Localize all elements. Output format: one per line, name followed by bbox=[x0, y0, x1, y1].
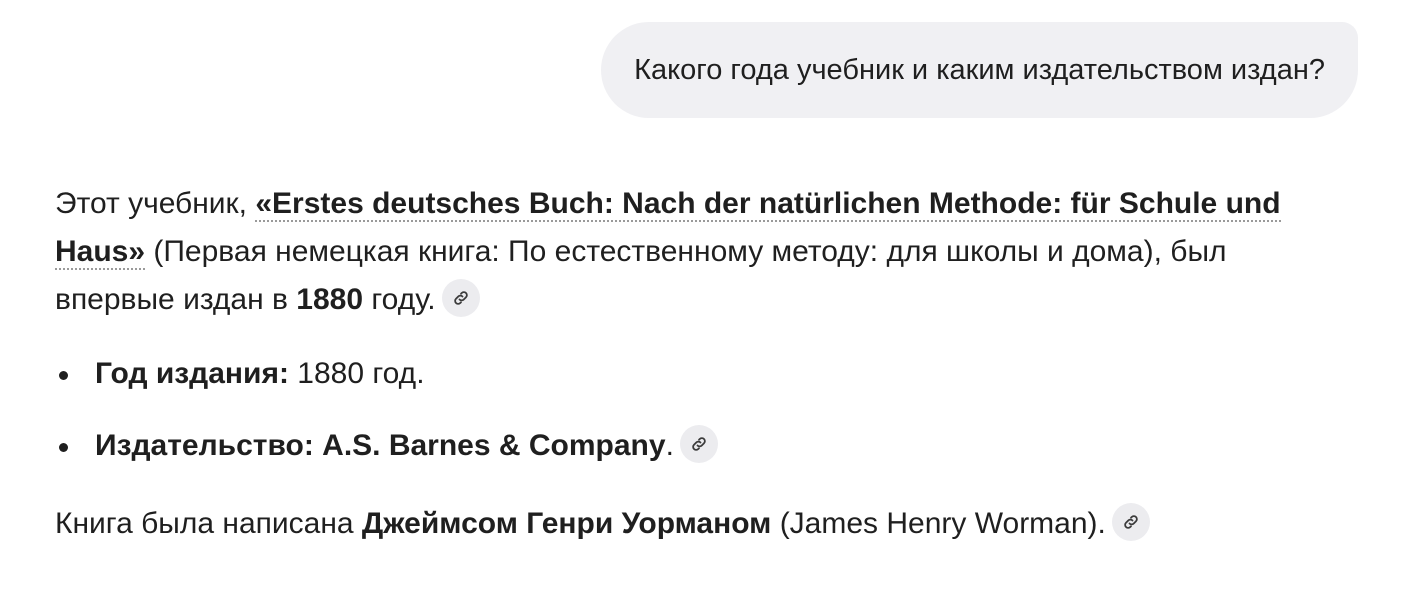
list-item-publisher: Издательство: A.S. Barnes & Company. bbox=[55, 422, 1345, 470]
response-paragraph-intro: Этот учебник, «Erstes deutsches Buch: Na… bbox=[55, 180, 1345, 324]
link-icon bbox=[453, 291, 468, 305]
author-prefix: Книга была написана bbox=[55, 507, 362, 540]
fact-label-year: Год издания: bbox=[95, 357, 289, 390]
citation-button-1[interactable] bbox=[441, 279, 480, 318]
link-icon bbox=[692, 437, 706, 451]
publication-year: 1880 bbox=[296, 283, 364, 316]
author-suffix: (James Henry Worman). bbox=[771, 507, 1106, 540]
intro-prefix: Этот учебник, bbox=[55, 187, 256, 220]
fact-value-year: 1880 год. bbox=[288, 357, 425, 390]
facts-list: Год издания: 1880 год. Издательство: A.S… bbox=[55, 350, 1345, 470]
published-suffix: году. bbox=[363, 283, 436, 316]
citation-button-2[interactable] bbox=[679, 425, 718, 464]
title-translation: (Первая немецкая книга: По естественному… bbox=[145, 235, 1162, 268]
fact-label-publisher: Издательство: A.S. Barnes & Company bbox=[95, 429, 666, 462]
fact-value-publisher: . bbox=[665, 429, 674, 462]
author-name: Джеймсом Генри Уорманом bbox=[361, 507, 772, 540]
link-icon bbox=[1124, 515, 1138, 529]
user-message-text: Какого года учебник и каким издательство… bbox=[634, 53, 1325, 86]
assistant-response: Этот учебник, «Erstes deutsches Buch: Na… bbox=[55, 180, 1345, 548]
list-item-year: Год издания: 1880 год. bbox=[55, 350, 1345, 398]
user-message-bubble: Какого года учебник и каким издательство… bbox=[601, 22, 1358, 118]
citation-button-3[interactable] bbox=[1111, 503, 1150, 542]
response-paragraph-author: Книга была написана Джеймсом Генри Уорма… bbox=[55, 500, 1345, 548]
chat-view: Какого года учебник и каким издательство… bbox=[0, 0, 1424, 596]
